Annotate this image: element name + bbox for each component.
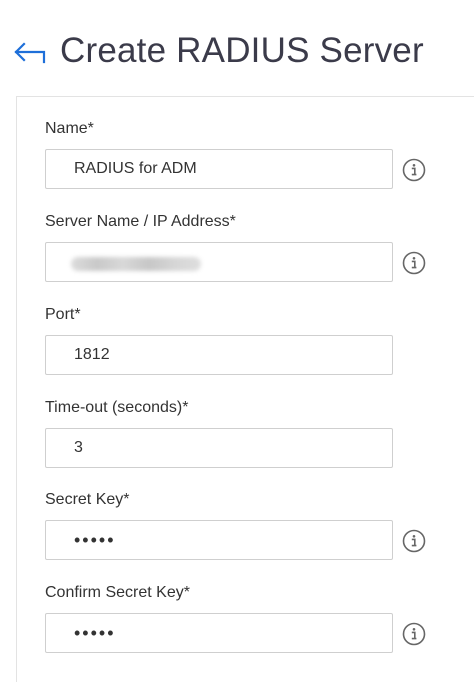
form-panel: Name* Server Name / IP Address* Port* Ti…	[16, 96, 474, 682]
port-input[interactable]	[45, 335, 393, 375]
secret-key-input[interactable]	[45, 520, 393, 560]
info-icon[interactable]	[402, 251, 426, 275]
back-arrow-icon[interactable]	[14, 38, 46, 66]
server-address-input[interactable]	[45, 242, 393, 282]
page-header: Create RADIUS Server	[0, 0, 474, 96]
info-icon[interactable]	[402, 622, 426, 646]
timeout-input[interactable]	[45, 428, 393, 468]
confirm-secret-key-label: Confirm Secret Key*	[45, 584, 190, 601]
name-input[interactable]	[45, 149, 393, 189]
server-address-label: Server Name / IP Address*	[45, 213, 236, 230]
port-label: Port*	[45, 306, 81, 323]
confirm-secret-key-input[interactable]	[45, 613, 393, 653]
page-title: Create RADIUS Server	[60, 31, 424, 70]
info-icon[interactable]	[402, 158, 426, 182]
name-label: Name*	[45, 120, 94, 137]
secret-key-label: Secret Key*	[45, 491, 130, 508]
timeout-label: Time-out (seconds)*	[45, 399, 189, 416]
info-icon[interactable]	[402, 529, 426, 553]
